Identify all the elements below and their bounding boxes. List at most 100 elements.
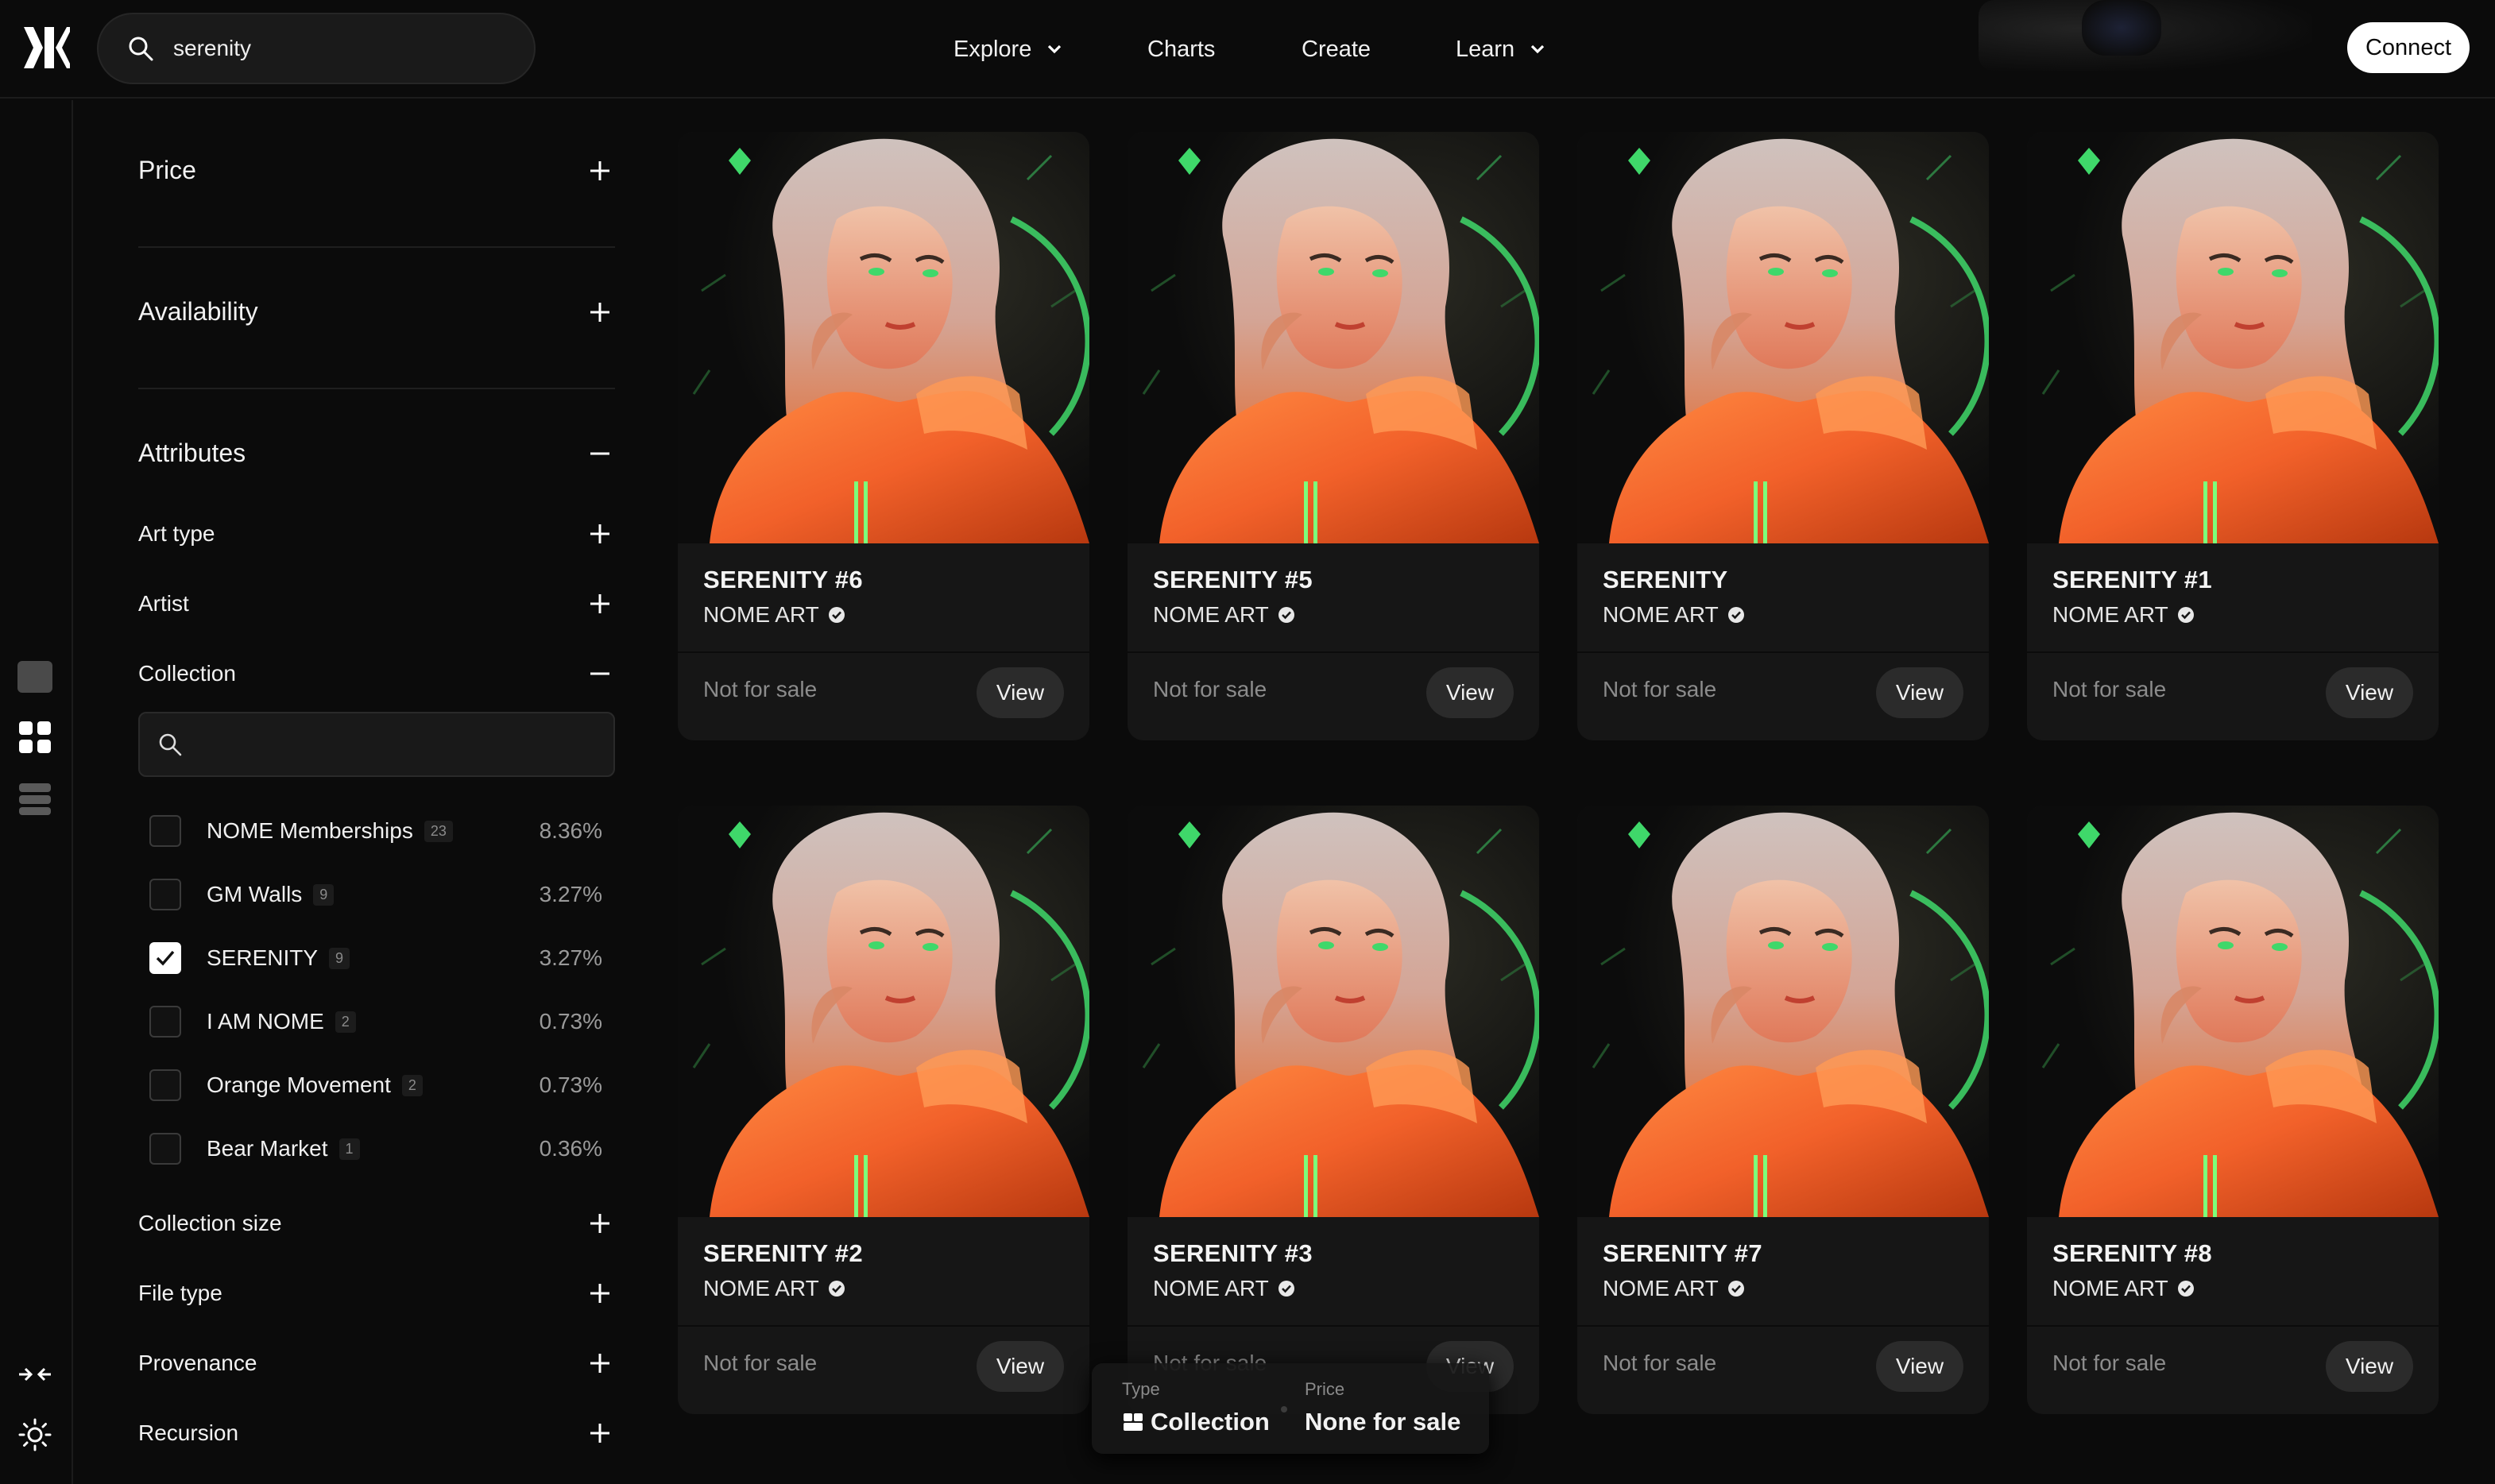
collection-percent: 3.27%: [539, 882, 602, 906]
nav-explore[interactable]: Explore: [954, 0, 1063, 99]
artist-name: NOME ART: [703, 602, 819, 627]
filter-artist-label: Artist: [138, 591, 189, 616]
card-title: SERENITY #3: [1153, 1239, 1313, 1267]
nft-card[interactable]: SERENITY #1 NOME ART Not for sale View: [2027, 132, 2439, 740]
grid-view-icon[interactable]: [17, 720, 52, 755]
filter-attributes-label: Attributes: [138, 439, 246, 467]
nft-card[interactable]: SERENITY NOME ART Not for sale View: [1577, 132, 1989, 740]
checkbox[interactable]: [149, 1069, 181, 1101]
collection-count: 1: [338, 1138, 360, 1160]
filter-attributes[interactable]: Attributes: [138, 439, 615, 468]
collection-option[interactable]: SERENITY 9 3.27%: [149, 934, 615, 982]
type-label: Type: [1122, 1379, 1160, 1399]
sale-status: Not for sale: [2052, 1351, 2167, 1375]
logo-icon[interactable]: [22, 25, 70, 70]
artwork-image[interactable]: [1128, 806, 1539, 1217]
collection-search-input[interactable]: [138, 712, 615, 777]
type-value-text: Collection: [1151, 1408, 1270, 1436]
filter-collection-size[interactable]: Collection size: [138, 1211, 615, 1236]
nft-card[interactable]: SERENITY #7 NOME ART Not for sale View: [1577, 806, 1989, 1414]
type-value: Collection: [1122, 1408, 1270, 1436]
view-button[interactable]: View: [1426, 667, 1514, 718]
search-bar[interactable]: serenity: [97, 13, 536, 84]
sale-status: Not for sale: [703, 677, 818, 701]
blurred-region: [2082, 0, 2161, 56]
card-divider: [2027, 651, 2439, 653]
filter-art-type[interactable]: Art type: [138, 521, 615, 547]
filter-availability[interactable]: Availability: [138, 297, 615, 327]
card-divider: [678, 1325, 1089, 1327]
collection-option[interactable]: Orange Movement 2 0.73%: [149, 1061, 615, 1109]
artwork-image[interactable]: [678, 806, 1089, 1217]
checkbox[interactable]: [149, 1006, 181, 1038]
filter-provenance[interactable]: Provenance: [138, 1351, 615, 1376]
collection-percent: 8.36%: [539, 818, 602, 843]
artwork-image[interactable]: [678, 132, 1089, 543]
view-button[interactable]: View: [1876, 1341, 1963, 1392]
connect-button[interactable]: Connect: [2347, 22, 2470, 73]
collection-option[interactable]: I AM NOME 2 0.73%: [149, 998, 615, 1045]
theme-toggle-icon[interactable]: [17, 1417, 52, 1452]
artwork-image[interactable]: [2027, 132, 2439, 543]
artwork-image[interactable]: [1577, 132, 1989, 543]
artist-name: NOME ART: [1153, 1276, 1269, 1300]
artwork-image[interactable]: [1577, 806, 1989, 1217]
collection-icon: [1124, 1413, 1143, 1431]
divider: [138, 388, 615, 389]
checkbox[interactable]: [149, 1133, 181, 1165]
nft-card[interactable]: SERENITY #2 NOME ART Not for sale View: [678, 806, 1089, 1414]
card-artist[interactable]: NOME ART: [1153, 1276, 1296, 1301]
view-button[interactable]: View: [977, 667, 1064, 718]
plus-icon: [590, 524, 609, 543]
view-button[interactable]: View: [1876, 667, 1963, 718]
checkbox[interactable]: [149, 879, 181, 910]
sale-status: Not for sale: [703, 1351, 818, 1375]
nav-create[interactable]: Create: [1302, 0, 1371, 99]
card-title: SERENITY #7: [1603, 1239, 1762, 1267]
plus-icon: [590, 1284, 609, 1303]
card-artist[interactable]: NOME ART: [703, 1276, 846, 1301]
filter-collection-label: Collection: [138, 661, 236, 686]
collection-option[interactable]: GM Walls 9 3.27%: [149, 871, 615, 918]
filter-availability-label: Availability: [138, 297, 258, 326]
view-button[interactable]: View: [2326, 667, 2413, 718]
sale-status: Not for sale: [1153, 677, 1267, 701]
nft-card[interactable]: SERENITY #3 NOME ART Not for sale View: [1128, 806, 1539, 1414]
nft-card[interactable]: SERENITY #8 NOME ART Not for sale View: [2027, 806, 2439, 1414]
list-view-icon[interactable]: [17, 782, 52, 817]
filter-price[interactable]: Price: [138, 156, 615, 185]
card-artist[interactable]: NOME ART: [1603, 602, 1746, 628]
collection-option[interactable]: Bear Market 1 0.36%: [149, 1125, 615, 1173]
single-view-toggle[interactable]: [17, 661, 52, 693]
chevron-down-icon: [1531, 44, 1545, 54]
filter-recursion[interactable]: Recursion: [138, 1420, 615, 1446]
view-button[interactable]: View: [977, 1341, 1064, 1392]
card-title: SERENITY #6: [703, 566, 863, 593]
filter-artist[interactable]: Artist: [138, 591, 615, 616]
search-input[interactable]: serenity: [173, 36, 251, 61]
nav-charts[interactable]: Charts: [1147, 0, 1215, 99]
card-artist[interactable]: NOME ART: [2052, 602, 2195, 628]
checkbox-checked[interactable]: [149, 942, 181, 974]
nav-learn[interactable]: Learn: [1456, 0, 1546, 99]
checkbox[interactable]: [149, 815, 181, 847]
minus-icon: [590, 452, 609, 454]
nft-card[interactable]: SERENITY #6 NOME ART Not for sale View: [678, 132, 1089, 740]
verified-icon: [1727, 607, 1744, 623]
card-artist[interactable]: NOME ART: [703, 602, 846, 628]
card-artist[interactable]: NOME ART: [1153, 602, 1296, 628]
collection-name: NOME Memberships: [207, 818, 413, 843]
filter-collection[interactable]: Collection: [138, 661, 615, 686]
plus-icon: [590, 160, 609, 180]
view-button[interactable]: View: [2326, 1341, 2413, 1392]
left-rail: [0, 100, 73, 1484]
artist-name: NOME ART: [2052, 1276, 2168, 1300]
collection-option[interactable]: NOME Memberships 23 8.36%: [149, 807, 615, 855]
card-artist[interactable]: NOME ART: [2052, 1276, 2195, 1301]
artwork-image[interactable]: [2027, 806, 2439, 1217]
filter-file-type[interactable]: File type: [138, 1281, 615, 1306]
artwork-image[interactable]: [1128, 132, 1539, 543]
collapse-icon[interactable]: [17, 1357, 52, 1392]
nft-card[interactable]: SERENITY #5 NOME ART Not for sale View: [1128, 132, 1539, 740]
card-artist[interactable]: NOME ART: [1603, 1276, 1746, 1301]
